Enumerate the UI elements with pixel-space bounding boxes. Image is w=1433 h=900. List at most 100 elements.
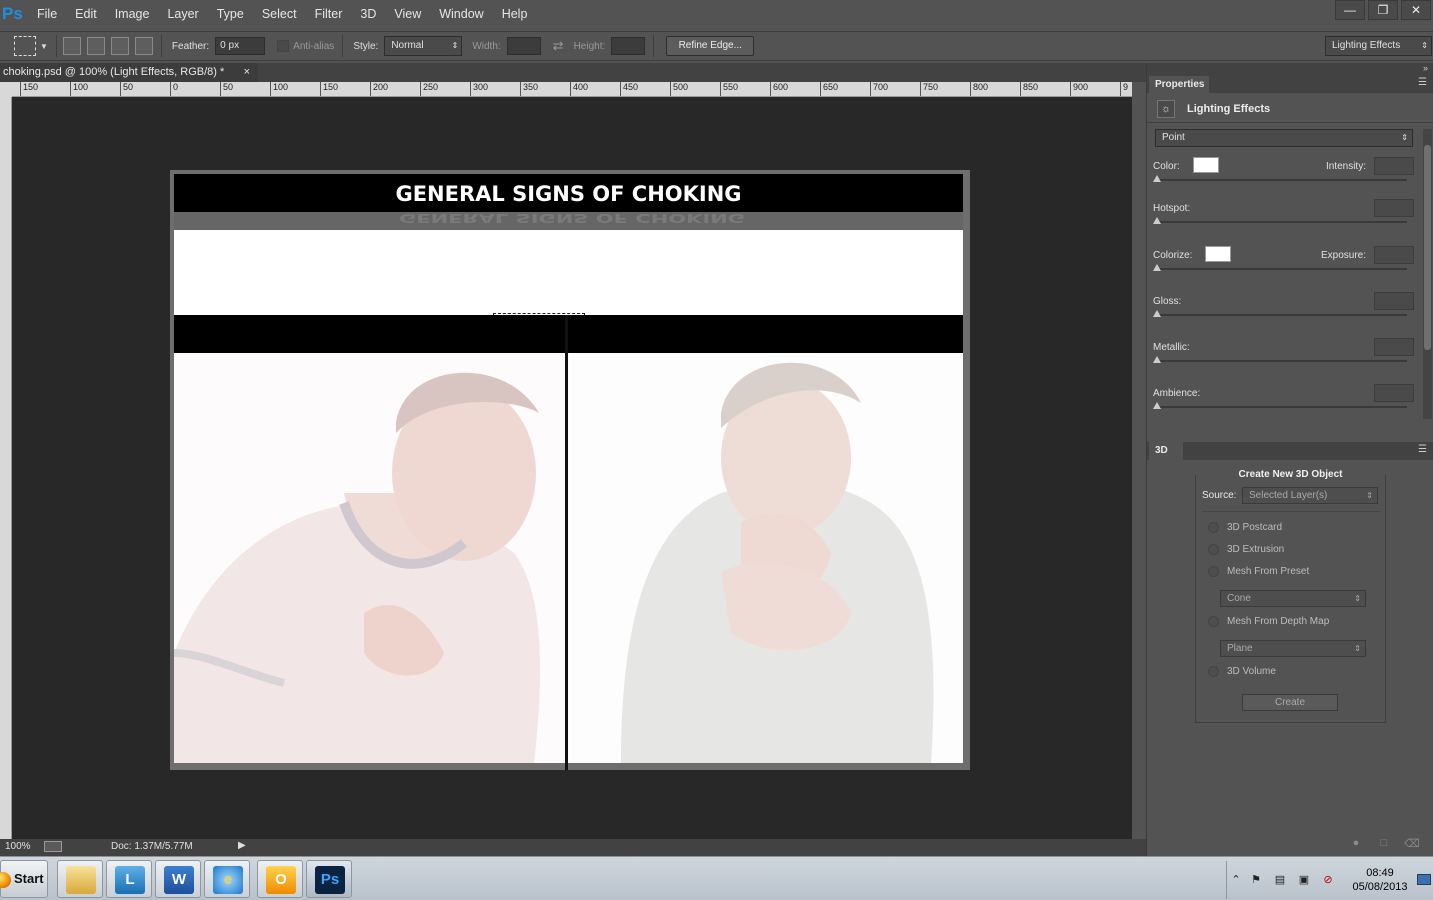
slider-thumb-icon[interactable] xyxy=(1153,175,1161,182)
light-icon[interactable]: ● xyxy=(1347,837,1365,851)
gloss-slider[interactable] xyxy=(1155,314,1407,316)
close-icon[interactable]: ✕ xyxy=(1401,0,1431,20)
radio-icon[interactable] xyxy=(1208,544,1219,555)
add-selection-icon[interactable] xyxy=(86,37,105,55)
metallic-input[interactable] xyxy=(1374,338,1414,356)
create-button[interactable]: Create xyxy=(1242,694,1338,711)
scrollbar-thumb[interactable] xyxy=(1424,145,1431,350)
exposure-input[interactable] xyxy=(1374,246,1414,264)
depth-map-select[interactable]: Plane ⇕ xyxy=(1220,640,1366,657)
workspace-select[interactable]: Lighting Effects ⇕ xyxy=(1325,36,1432,56)
refine-edge-button[interactable]: Refine Edge... xyxy=(666,36,755,56)
colorize-swatch[interactable] xyxy=(1205,246,1231,262)
menu-file[interactable]: File xyxy=(28,0,66,28)
restore-icon[interactable]: ❐ xyxy=(1368,0,1398,20)
mesh-preset-select[interactable]: Cone ⇕ xyxy=(1220,590,1366,607)
intersect-selection-icon[interactable] xyxy=(134,37,153,55)
taskbar-ie[interactable]: e xyxy=(204,860,250,898)
hotspot-slider[interactable] xyxy=(1155,221,1407,223)
style-value: Normal xyxy=(391,40,424,51)
radio-icon[interactable] xyxy=(1208,522,1219,533)
menu-layer[interactable]: Layer xyxy=(158,0,207,28)
radio-icon[interactable] xyxy=(1208,566,1219,577)
taskbar-outlook[interactable]: O xyxy=(257,860,303,898)
ruler-tick: 500 xyxy=(670,82,688,96)
radio-3d-volume[interactable]: 3D Volume xyxy=(1208,666,1276,677)
slider-thumb-icon[interactable] xyxy=(1153,356,1161,363)
marquee-tool-icon[interactable] xyxy=(14,36,36,56)
ruler-tick: 450 xyxy=(620,82,638,96)
network-icon[interactable]: ▣ xyxy=(1297,873,1311,887)
menu-help[interactable]: Help xyxy=(493,0,537,28)
radio-3d-extrusion[interactable]: 3D Extrusion xyxy=(1208,544,1284,555)
radio-icon[interactable] xyxy=(1208,666,1219,677)
light-type-select[interactable]: Point ⇕ xyxy=(1155,129,1413,147)
height-input[interactable] xyxy=(611,37,646,55)
menu-image[interactable]: Image xyxy=(106,0,159,28)
source-select[interactable]: Selected Layer(s) ⇕ xyxy=(1242,487,1378,504)
metallic-slider[interactable] xyxy=(1155,360,1407,362)
trash-icon[interactable]: ⌫ xyxy=(1403,837,1421,851)
devices-icon[interactable]: ▤ xyxy=(1273,873,1287,887)
radio-icon[interactable] xyxy=(1208,616,1219,627)
new-selection-icon[interactable] xyxy=(62,37,81,55)
document-canvas[interactable]: GENERAL SIGNS OF CHOKING GENERAL SIGNS O… xyxy=(170,170,970,770)
taskbar-photoshop[interactable]: Ps xyxy=(306,860,352,898)
close-tab-icon[interactable]: × xyxy=(244,63,250,82)
start-button[interactable]: Start xyxy=(0,860,48,898)
clock[interactable]: 08:49 05/08/2013 xyxy=(1345,866,1415,894)
style-select[interactable]: Normal ⇕ xyxy=(384,36,463,56)
3d-tab[interactable]: 3D xyxy=(1149,442,1183,460)
antialias-checkbox[interactable] xyxy=(277,40,290,52)
status-bar-icon[interactable] xyxy=(44,841,62,852)
hotspot-input[interactable] xyxy=(1374,199,1414,217)
radio-mesh-from-depth-map[interactable]: Mesh From Depth Map xyxy=(1208,616,1329,627)
menu-filter[interactable]: Filter xyxy=(306,0,352,28)
menu-3d[interactable]: 3D xyxy=(351,0,385,28)
divider xyxy=(55,35,57,57)
slider-thumb-icon[interactable] xyxy=(1153,264,1161,271)
chevron-down-icon[interactable]: ▼ xyxy=(40,42,48,51)
volume-muted-icon[interactable]: ⊘ xyxy=(1321,873,1335,887)
slider-thumb-icon[interactable] xyxy=(1153,217,1161,224)
slider-thumb-icon[interactable] xyxy=(1153,310,1161,317)
canvas-area[interactable]: GENERAL SIGNS OF CHOKING GENERAL SIGNS O… xyxy=(12,97,1132,839)
color-swatch[interactable] xyxy=(1193,157,1219,173)
radio-mesh-from-preset[interactable]: Mesh From Preset xyxy=(1208,566,1309,577)
menu-type[interactable]: Type xyxy=(208,0,253,28)
feather-input[interactable]: 0 px xyxy=(215,37,266,55)
subtract-selection-icon[interactable] xyxy=(110,37,129,55)
color-intensity-row: Color: Intensity: xyxy=(1147,157,1433,203)
ambience-slider[interactable] xyxy=(1155,406,1407,408)
new-item-icon[interactable]: □ xyxy=(1375,837,1393,851)
intensity-input[interactable] xyxy=(1374,157,1414,175)
taskbar-lync[interactable]: L xyxy=(106,860,152,898)
status-menu-arrow-icon[interactable]: ▶ xyxy=(238,840,246,851)
exposure-slider[interactable] xyxy=(1155,268,1407,270)
radio-3d-postcard[interactable]: 3D Postcard xyxy=(1208,522,1282,533)
collapse-icon[interactable]: » xyxy=(1423,63,1428,73)
properties-tab[interactable]: Properties xyxy=(1149,76,1209,93)
show-desktop-icon[interactable] xyxy=(1417,874,1431,885)
show-hidden-icons-icon[interactable]: ⌃ xyxy=(1229,873,1243,887)
menu-select[interactable]: Select xyxy=(253,0,306,28)
menu-edit[interactable]: Edit xyxy=(66,0,106,28)
taskbar-word[interactable]: W xyxy=(155,860,201,898)
zoom-level[interactable]: 100% xyxy=(5,841,31,852)
panel-menu-icon[interactable]: ☰ xyxy=(1418,444,1427,455)
document-tab[interactable]: choking.psd @ 100% (Light Effects, RGB/8… xyxy=(0,63,258,82)
taskbar-explorer[interactable] xyxy=(57,860,103,898)
word-icon: W xyxy=(164,866,194,894)
menu-window[interactable]: Window xyxy=(430,0,492,28)
action-center-flag-icon[interactable]: ⚑ xyxy=(1249,873,1263,887)
gloss-input[interactable] xyxy=(1374,292,1414,310)
ambience-input[interactable] xyxy=(1374,384,1414,402)
swap-icon[interactable]: ⇄ xyxy=(553,38,564,54)
width-input[interactable] xyxy=(506,37,541,55)
panel-collapse-bar[interactable]: » xyxy=(1147,63,1433,76)
minimize-icon[interactable]: — xyxy=(1335,0,1365,20)
menu-view[interactable]: View xyxy=(385,0,430,28)
intensity-slider[interactable] xyxy=(1155,179,1407,181)
panel-menu-icon[interactable]: ☰ xyxy=(1418,77,1427,88)
slider-thumb-icon[interactable] xyxy=(1153,402,1161,409)
